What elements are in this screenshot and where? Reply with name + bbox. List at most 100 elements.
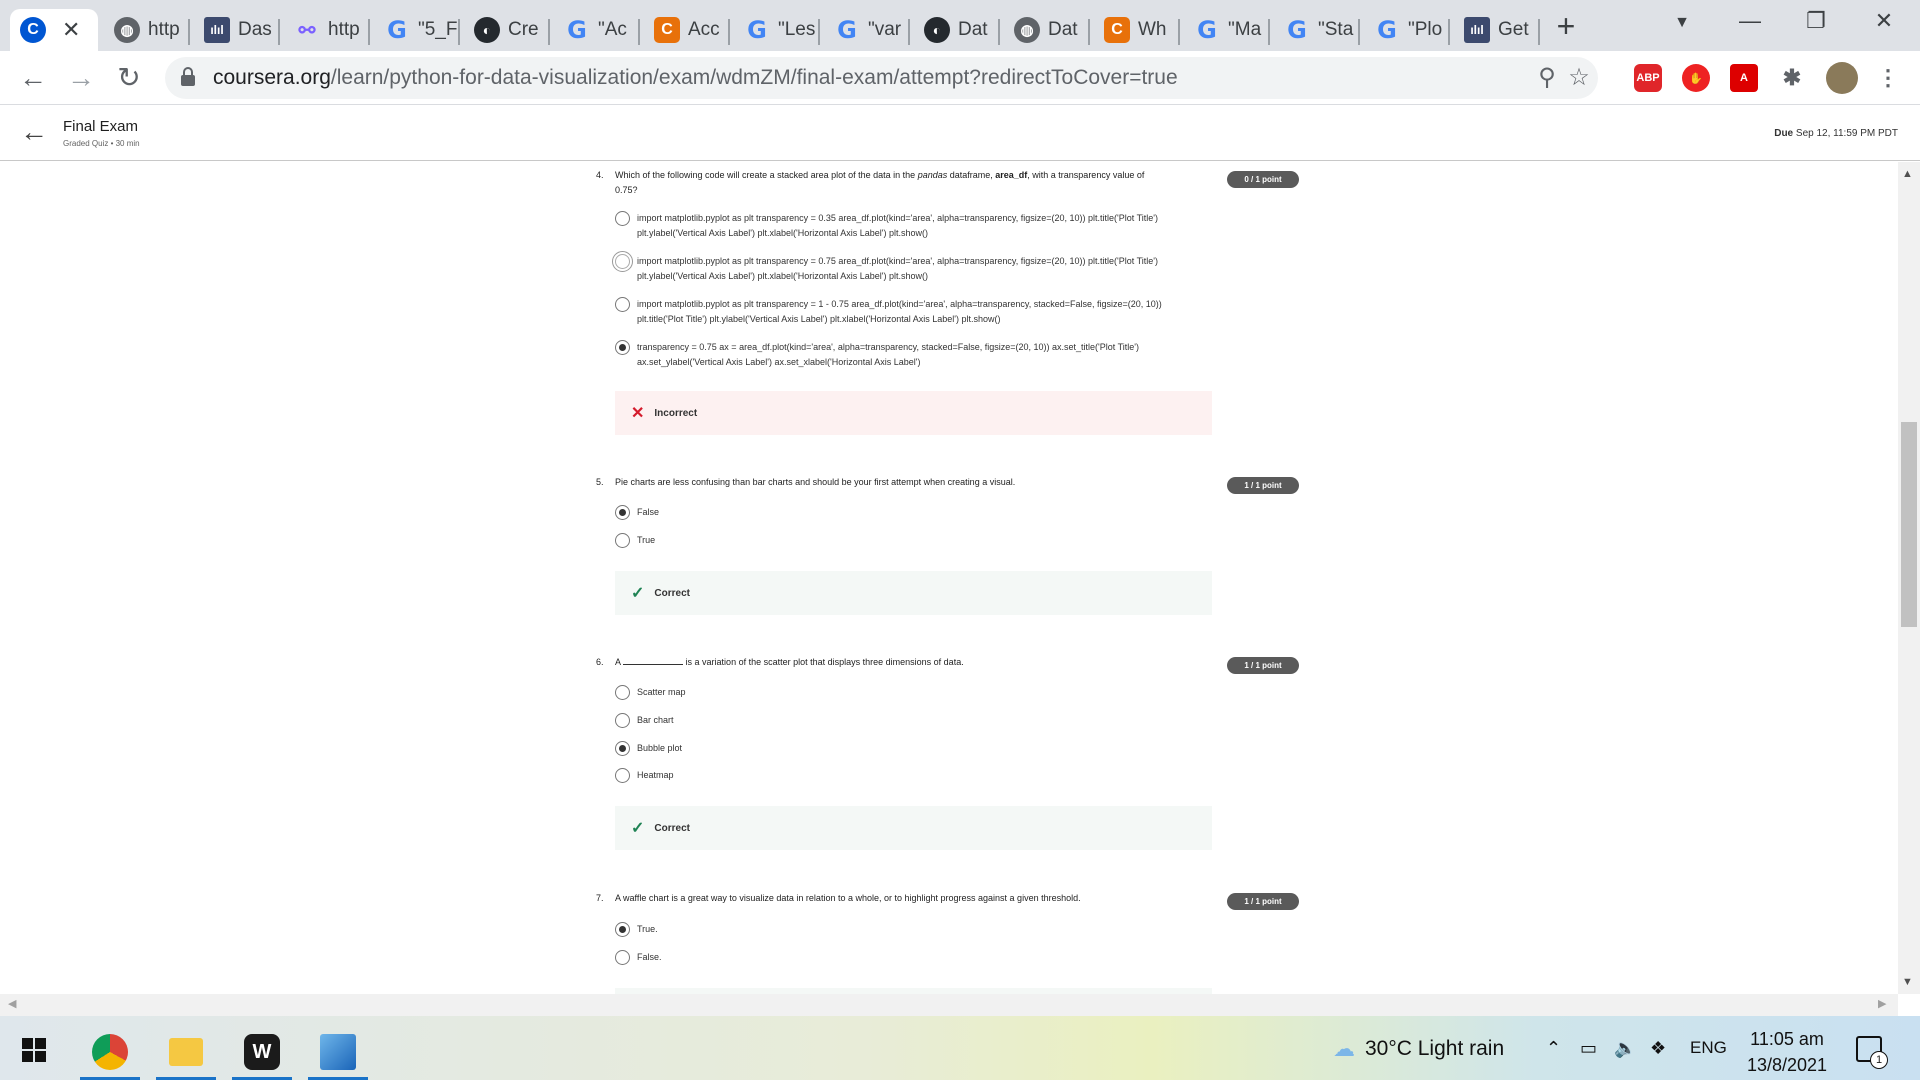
battery-icon[interactable]: ▭ (1580, 1038, 1597, 1059)
feedback-correct: ✓ Correct (615, 571, 1212, 615)
check-icon: ✓ (631, 585, 645, 602)
horizontal-scrollbar[interactable]: ◀ ▶ (0, 994, 1898, 1016)
points-badge: 0 / 1 point (1227, 171, 1299, 188)
answer-option[interactable]: Bar chart (615, 713, 1197, 728)
tab-8[interactable]: C Acc (644, 9, 730, 51)
chevron-up-icon[interactable]: ⌃ (1546, 1038, 1561, 1059)
scrollbar-thumb[interactable] (1901, 422, 1917, 627)
weather-widget[interactable]: ☁ 30°C Light rain (1333, 1036, 1504, 1062)
back-button[interactable]: ← (16, 61, 50, 95)
menu-kebab-icon[interactable]: ⋮ (1874, 64, 1902, 92)
question-number: 4. (596, 170, 604, 180)
radio-button[interactable] (615, 211, 630, 226)
answer-option-selected[interactable]: False (615, 505, 1197, 520)
tab-13[interactable]: C Wh (1094, 9, 1180, 51)
close-tab-icon[interactable]: ✕ (62, 17, 80, 43)
extensions-puzzle-icon[interactable]: ✱ (1778, 64, 1806, 92)
answer-option[interactable]: import matplotlib.pyplot as plt transpar… (615, 211, 1197, 241)
google-icon: G (837, 16, 857, 44)
answer-option-selected[interactable]: True. (615, 922, 1197, 937)
tab-2[interactable]: ◍ http (104, 9, 190, 51)
vertical-scrollbar[interactable]: ▲ ▼ (1898, 162, 1920, 994)
tab-16[interactable]: G "Plo (1364, 9, 1450, 51)
radio-button[interactable] (615, 713, 630, 728)
question-number: 5. (596, 477, 604, 487)
radio-button-selected[interactable] (615, 922, 630, 937)
scroll-down-arrow-icon[interactable]: ▼ (1902, 976, 1913, 988)
scroll-up-arrow-icon[interactable]: ▲ (1902, 168, 1913, 180)
answer-option[interactable]: Heatmap (615, 768, 1197, 783)
answer-option[interactable]: False. (615, 950, 1197, 965)
rain-cloud-icon: ☁ (1333, 1036, 1355, 1061)
radio-button-selected[interactable] (615, 340, 630, 355)
address-bar[interactable]: coursera.org/learn/python-for-data-visua… (165, 57, 1598, 99)
scroll-left-arrow-icon[interactable]: ◀ (8, 997, 16, 1010)
tab-10[interactable]: G "var (824, 9, 910, 51)
points-badge: 1 / 1 point (1227, 893, 1299, 910)
tab-14[interactable]: G "Ma (1184, 9, 1270, 51)
tab-4[interactable]: ⚯ http (284, 9, 370, 51)
forward-button[interactable]: → (64, 61, 98, 95)
tab-strip: C ✕ ◍ http ılıl Das ⚯ http G "5_F ◐ Cre G "Ac … (0, 0, 1920, 51)
radio-button[interactable] (612, 251, 633, 272)
radio-button-selected[interactable] (615, 505, 630, 520)
chrome-icon (92, 1034, 128, 1070)
close-window-button[interactable]: ✕ (1864, 8, 1904, 34)
url-text[interactable]: coursera.org/learn/python-for-data-visua… (213, 66, 1178, 90)
tab-7[interactable]: G "Ac (554, 9, 640, 51)
bookmark-star-icon[interactable]: ☆ (1564, 63, 1594, 92)
radio-button[interactable] (615, 950, 630, 965)
taskbar-chrome[interactable] (80, 1024, 140, 1080)
language-indicator[interactable]: ENG (1690, 1038, 1727, 1058)
windows-start-icon[interactable] (22, 1038, 46, 1062)
tab-5[interactable]: G "5_F (374, 9, 460, 51)
tab-11[interactable]: ◐ Dat (914, 9, 1000, 51)
back-arrow-icon[interactable]: ← (20, 116, 48, 148)
taskbar-photos[interactable] (308, 1024, 368, 1080)
radio-button[interactable] (615, 685, 630, 700)
answer-option[interactable]: import matplotlib.pyplot as plt transpar… (612, 251, 1197, 284)
question-text: Pie charts are less confusing than bar c… (615, 477, 1016, 487)
taskbar-file-explorer[interactable] (156, 1024, 216, 1080)
tab-search-icon[interactable]: ▼ (1662, 14, 1702, 32)
tab-17[interactable]: ılıl Get (1454, 9, 1540, 51)
tab-6[interactable]: ◐ Cre (464, 9, 550, 51)
pdf-extension-icon[interactable]: A (1730, 64, 1758, 92)
tab-separator (728, 19, 730, 45)
tab-15[interactable]: G "Sta (1274, 9, 1360, 51)
volume-icon[interactable]: 🔈 (1614, 1038, 1636, 1059)
taskbar-webex[interactable]: W (232, 1024, 292, 1080)
radio-button[interactable] (615, 768, 630, 783)
answer-option[interactable]: True (615, 533, 1197, 548)
system-clock[interactable]: 11:05 am 13/8/2021 (1740, 1026, 1834, 1078)
radio-button[interactable] (615, 297, 630, 312)
answer-option-selected[interactable]: transparency = 0.75 ax = area_df.plot(ki… (615, 340, 1197, 370)
feedback-incorrect: ✕ Incorrect (615, 391, 1212, 435)
ublock-icon[interactable]: ✋ (1682, 64, 1710, 92)
tab-3[interactable]: ılıl Das (194, 9, 280, 51)
link-icon: ⚯ (298, 19, 316, 42)
answer-option[interactable]: Scatter map (615, 685, 1197, 700)
points-badge: 1 / 1 point (1227, 477, 1299, 494)
dropbox-icon[interactable]: ❖ (1650, 1038, 1666, 1059)
scroll-right-arrow-icon[interactable]: ▶ (1878, 997, 1886, 1010)
lock-icon[interactable] (181, 67, 195, 87)
new-tab-button[interactable]: + (1548, 8, 1584, 45)
feedback-correct: ✓ Correct (615, 806, 1212, 850)
close-x-icon: ✕ (631, 405, 645, 422)
notification-icon[interactable]: 1 (1856, 1036, 1888, 1069)
radio-button[interactable] (615, 533, 630, 548)
tab-9[interactable]: G "Les (734, 9, 820, 51)
answer-option[interactable]: import matplotlib.pyplot as plt transpar… (615, 297, 1197, 327)
restore-button[interactable]: ❐ (1796, 8, 1836, 34)
question-text: Which of the following code will create … (615, 170, 1145, 195)
adblock-plus-icon[interactable]: ABP (1634, 64, 1662, 92)
reload-button[interactable]: ↻ (112, 61, 146, 95)
zoom-icon[interactable]: ⚲ (1532, 63, 1562, 92)
radio-button-selected[interactable] (615, 741, 630, 756)
answer-option-selected[interactable]: Bubble plot (615, 741, 1197, 756)
tab-12[interactable]: ◍ Dat (1004, 9, 1090, 51)
tab-coursera-active[interactable]: C ✕ (10, 9, 98, 51)
minimize-button[interactable]: — (1730, 8, 1770, 34)
profile-avatar[interactable] (1826, 62, 1858, 94)
